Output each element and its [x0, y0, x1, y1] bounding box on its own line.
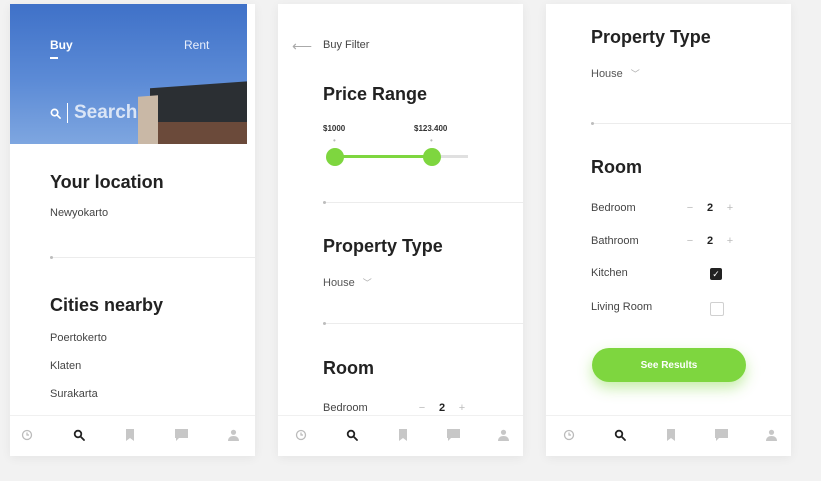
user-icon[interactable]	[764, 428, 778, 442]
property-type-value: House	[591, 67, 623, 80]
decrement-button[interactable]: −	[415, 402, 429, 414]
increment-button[interactable]: +	[723, 202, 737, 214]
bedroom-count: 2	[706, 202, 714, 214]
kitchen-checkbox[interactable]: ✓	[710, 268, 722, 280]
search-icon[interactable]	[72, 428, 86, 442]
tab-buy[interactable]: Buy	[50, 38, 73, 52]
search-icon[interactable]	[613, 428, 627, 442]
price-range-title: Price Range	[323, 84, 428, 104]
price-max-handle[interactable]	[423, 148, 441, 166]
home-screen: Buy Rent Search Your location Newyokarto…	[10, 4, 255, 456]
hero-banner: Buy Rent Search	[10, 4, 247, 144]
building-wall	[138, 95, 158, 144]
property-type-title: Property Type	[323, 236, 443, 256]
price-max-marker: •	[430, 136, 433, 145]
increment-button[interactable]: +	[723, 235, 737, 247]
kitchen-label: Kitchen	[591, 267, 628, 279]
see-results-button[interactable]: See Results	[592, 348, 746, 382]
city-item[interactable]: Surakarta	[50, 388, 98, 400]
price-min-label: $1000	[323, 124, 346, 133]
room-title: Room	[323, 358, 374, 378]
chevron-down-icon: ﹀	[362, 278, 372, 288]
bedroom-count: 2	[438, 402, 446, 414]
page-title: Buy Filter	[323, 39, 370, 51]
cities-nearby-title: Cities nearby	[50, 295, 164, 315]
user-icon[interactable]	[226, 428, 240, 442]
increment-button[interactable]: +	[455, 402, 469, 414]
bookmark-icon[interactable]	[123, 428, 137, 442]
filter-rooms-screen: Property Type House ﹀ Room Bedroom − 2 +…	[546, 4, 791, 456]
clock-icon[interactable]	[294, 428, 308, 442]
property-type-select[interactable]: House ﹀	[323, 276, 372, 289]
property-type-title: Property Type	[591, 27, 711, 47]
city-item[interactable]: Klaten	[50, 360, 81, 372]
chat-icon[interactable]	[446, 428, 460, 442]
bedroom-label: Bedroom	[323, 402, 368, 414]
bedroom-label: Bedroom	[591, 202, 636, 214]
divider	[591, 122, 791, 125]
your-location-title: Your location	[50, 172, 164, 192]
bedroom-stepper: − 2 +	[683, 202, 737, 214]
living-room-checkbox[interactable]	[710, 302, 724, 316]
property-type-value: House	[323, 276, 355, 289]
price-max-label: $123.400	[414, 124, 448, 133]
decrement-button[interactable]: −	[683, 202, 697, 214]
location-value[interactable]: Newyokarto	[50, 207, 108, 219]
chevron-down-icon: ﹀	[630, 69, 640, 79]
tab-rent[interactable]: Rent	[184, 38, 209, 52]
bottom-nav	[546, 415, 791, 456]
buy-filter-screen: ⟵ Buy Filter Price Range $1000 • $123.40…	[278, 4, 523, 456]
price-slider-range	[336, 155, 432, 158]
user-icon[interactable]	[496, 428, 510, 442]
price-min-marker: •	[333, 136, 336, 145]
text-caret	[67, 103, 68, 123]
clock-icon[interactable]	[562, 428, 576, 442]
divider	[50, 256, 255, 259]
divider	[323, 201, 523, 204]
bookmark-icon[interactable]	[396, 428, 410, 442]
clock-icon[interactable]	[20, 428, 34, 442]
divider	[323, 322, 523, 325]
bottom-nav	[10, 415, 255, 456]
property-type-select[interactable]: House ﹀	[591, 67, 640, 80]
decrement-button[interactable]: −	[683, 235, 697, 247]
search-icon	[50, 108, 61, 119]
living-room-label: Living Room	[591, 301, 653, 313]
bathroom-label: Bathroom	[591, 235, 639, 247]
search-input[interactable]: Search	[50, 102, 137, 124]
price-min-handle[interactable]	[326, 148, 344, 166]
search-icon[interactable]	[345, 428, 359, 442]
chat-icon[interactable]	[714, 428, 728, 442]
back-arrow-icon[interactable]: ⟵	[292, 38, 312, 55]
bottom-nav	[278, 415, 523, 456]
chat-icon[interactable]	[174, 428, 188, 442]
bookmark-icon[interactable]	[664, 428, 678, 442]
bedroom-stepper: − 2 +	[415, 402, 469, 414]
bathroom-count: 2	[706, 235, 714, 247]
search-placeholder: Search	[74, 102, 138, 123]
bathroom-stepper: − 2 +	[683, 235, 737, 247]
building-wood	[158, 122, 247, 144]
room-title: Room	[591, 157, 642, 177]
city-item[interactable]: Poertokerto	[50, 332, 107, 344]
active-tab-indicator	[50, 57, 58, 59]
